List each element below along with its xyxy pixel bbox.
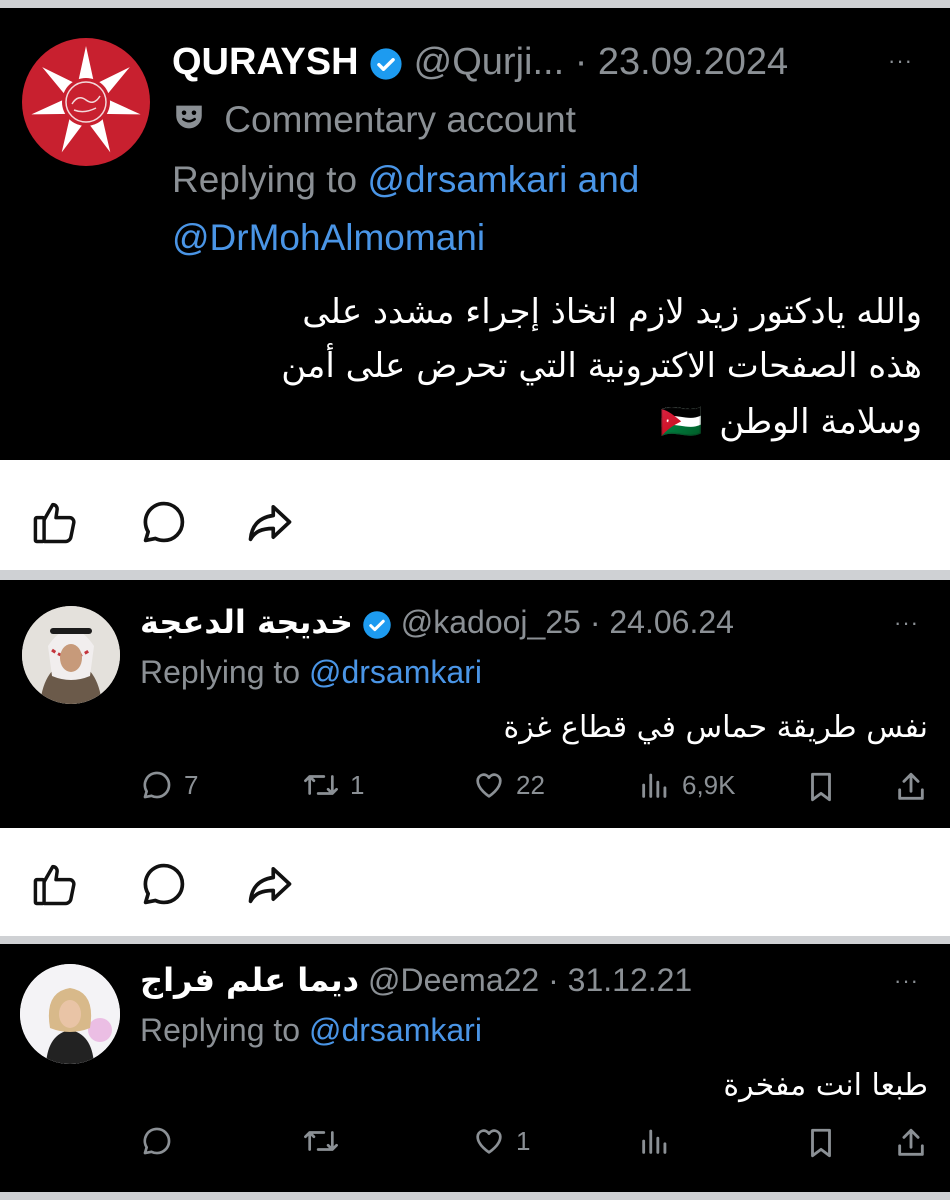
comment-icon[interactable] [138,858,190,910]
reply-mention-drmohalmomani[interactable]: @DrMohAlmomani [172,216,485,260]
author-name[interactable]: ديما علم فراج [140,961,359,999]
author-handle[interactable]: @Deema22 [368,962,539,998]
share-icon[interactable] [244,858,296,910]
jordan-flag-emoji: 🇯🇴 [660,402,703,442]
heart-icon [476,1129,502,1154]
views-chart-icon [642,773,667,798]
action-bar [0,828,950,936]
tweet-text-line-1: والله يادكتور زيد لازم اتخاذ إجراء مشدد … [302,292,922,332]
views-chart-icon [642,1129,667,1154]
tweet-text-line-3: وسلامة الوطن [719,402,922,442]
more-options-button[interactable]: ··· [894,968,919,994]
upload-share-icon[interactable] [894,770,928,804]
replying-prefix: Replying to [140,1012,309,1048]
like-button[interactable]: 22 [472,768,545,802]
reply-mention-drsamkari[interactable]: @drsamkari and [367,159,639,200]
tweet-date[interactable]: · 23.09.2024 [575,41,788,83]
reply-button[interactable]: 7 [140,768,198,802]
comment-icon [143,1127,171,1155]
tweet-deema[interactable]: ديما علم فراج @Deema22 · 31.12.21 ··· Re… [0,944,950,1192]
retweet-icon [304,775,338,795]
upload-share-icon[interactable] [894,1126,928,1160]
tweet-quraysh[interactable]: QURAYSH @Qurji... · 23.09.2024 ··· Comme… [0,8,950,460]
heart-icon [476,773,502,798]
kadooj-avatar[interactable] [22,606,120,704]
comment-icon [143,771,171,799]
views-button[interactable]: 6,9K [638,768,736,802]
star-emblem-icon [31,46,141,153]
account-label: Commentary account [224,99,576,140]
comment-icon[interactable] [138,496,190,548]
author-name[interactable]: QURAYSH [172,41,359,83]
thumbs-up-icon[interactable] [30,858,82,910]
deema-avatar[interactable] [20,964,120,1064]
view-count: 6,9K [682,769,736,800]
tweet-text: طبعا انت مفخرة [723,1068,928,1103]
author-handle[interactable]: @kadooj_25 [401,604,581,640]
like-count: 22 [516,769,545,800]
tweet-date[interactable]: · 31.12.21 [548,962,692,998]
bookmark-icon[interactable] [804,770,838,804]
views-button[interactable] [638,1124,672,1158]
more-options-button[interactable]: ··· [888,48,913,74]
profile-photo-icon [20,964,120,1064]
tweet-kadooj[interactable]: خديجة الدعجة @kadooj_25 · 24.06.24 ··· R… [0,580,950,828]
action-bar [0,460,950,570]
theater-masks-icon [172,100,206,144]
retweet-count: 1 [350,769,365,800]
retweet-button[interactable]: 1 [302,768,364,802]
tweet-date[interactable]: · 24.06.24 [590,604,734,640]
reply-count: 7 [184,769,199,800]
replying-prefix: Replying to [172,159,368,200]
tweet-text-line-2: هذه الصفحات الاكترونية التي تحرض على أمن [281,346,922,386]
verified-badge-icon [370,48,402,80]
reply-button[interactable] [140,1124,174,1158]
author-handle[interactable]: @Qurji... [414,41,564,83]
tweet-text: نفس طريقة حماس في قطاع غزة [503,710,928,745]
share-icon[interactable] [244,496,296,548]
more-options-button[interactable]: ··· [894,610,919,636]
reply-mention-drsamkari[interactable]: @drsamkari [309,654,482,690]
retweet-button[interactable] [302,1124,340,1158]
bookmark-icon[interactable] [804,1126,838,1160]
retweet-icon [304,1131,338,1151]
quraysh-avatar[interactable] [22,38,150,166]
like-button[interactable]: 1 [472,1124,530,1158]
verified-badge-icon [363,610,391,639]
profile-photo-icon [22,606,120,704]
replying-prefix: Replying to [140,654,309,690]
author-name[interactable]: خديجة الدعجة [140,603,353,641]
like-count: 1 [516,1125,531,1156]
thumbs-up-icon[interactable] [30,496,82,548]
reply-mention-drsamkari[interactable]: @drsamkari [309,1012,482,1048]
